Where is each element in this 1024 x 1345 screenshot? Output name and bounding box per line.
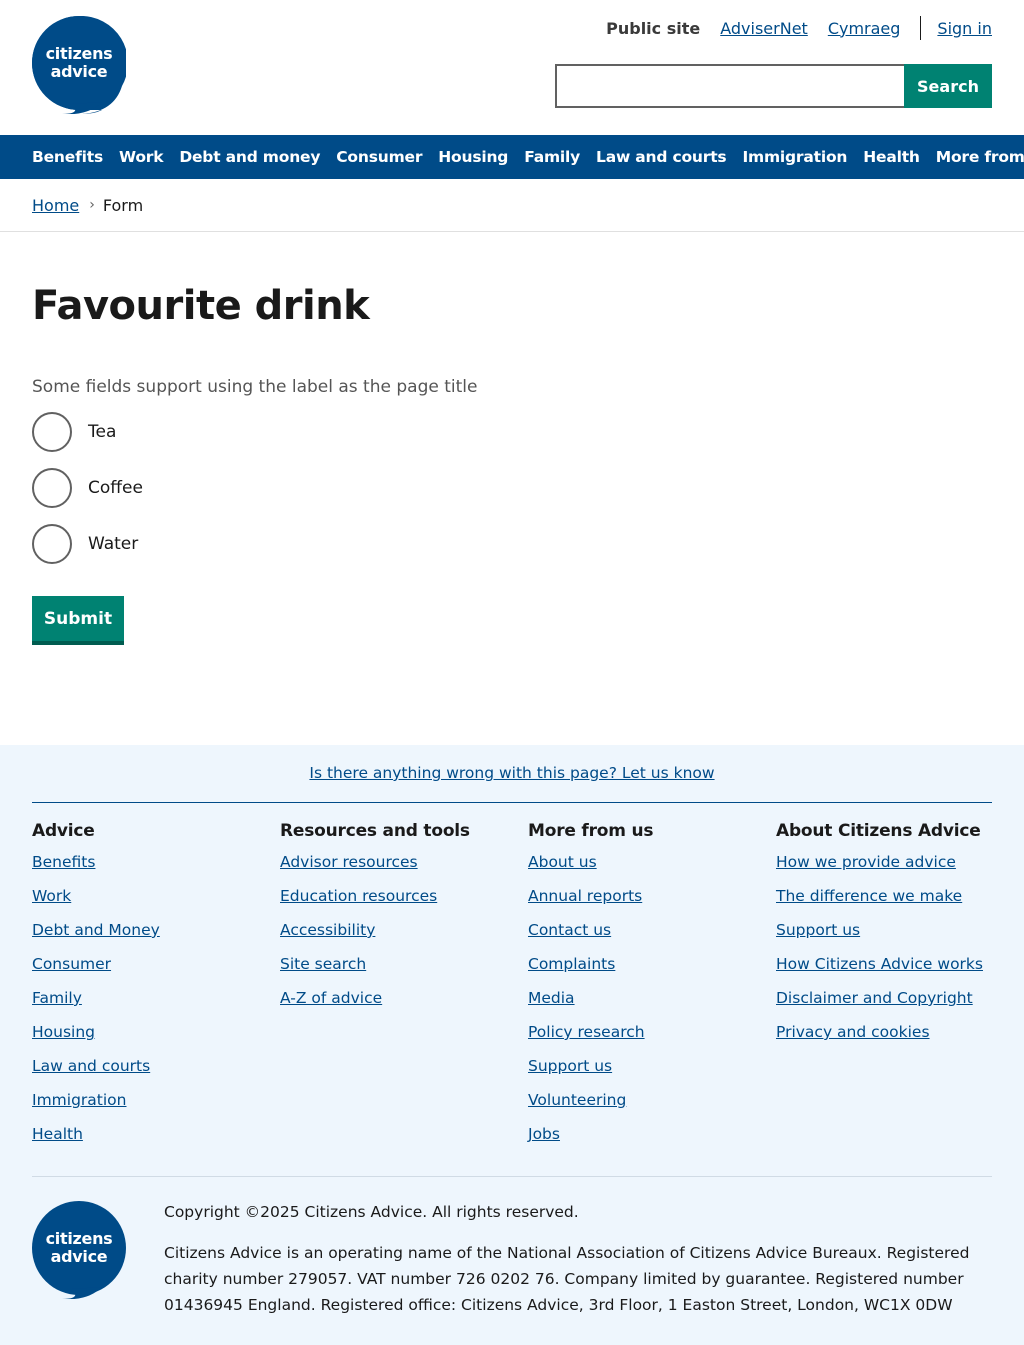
footer-column-heading: About Citizens Advice (776, 821, 981, 841)
site-footer: Is there anything wrong with this page? … (0, 745, 1024, 1345)
footer-link[interactable]: Contact us (528, 921, 611, 939)
logo-text: citizens advice (45, 1229, 113, 1266)
footer-logo[interactable]: citizens advice (32, 1201, 126, 1300)
footer-link[interactable]: Work (32, 887, 71, 905)
footer-link[interactable]: Support us (528, 1057, 612, 1075)
legal-text: Citizens Advice is an operating name of … (164, 1244, 970, 1314)
nav-item-more-from-us[interactable]: More from us (936, 148, 1024, 166)
nav-item-benefits[interactable]: Benefits (32, 148, 103, 166)
footer-column-resources: Resources and tools Advisor resources Ed… (280, 821, 470, 1023)
nav-item-family[interactable]: Family (524, 148, 580, 166)
footer-link[interactable]: Consumer (32, 955, 111, 973)
footer-link[interactable]: About us (528, 853, 597, 871)
breadcrumb-home-link[interactable]: Home (32, 196, 79, 215)
footer-divider (32, 1176, 992, 1177)
footer-link[interactable]: Housing (32, 1023, 95, 1041)
radio-option-tea[interactable]: Tea (32, 412, 116, 452)
main-navigation: Benefits Work Debt and money Consumer Ho… (0, 135, 1024, 179)
footer-link[interactable]: Complaints (528, 955, 615, 973)
footer-column-more-from-us: More from us About us Annual reports Con… (528, 821, 654, 1159)
field-hint: Some fields support using the label as t… (32, 377, 478, 397)
footer-link[interactable]: Benefits (32, 853, 95, 871)
footer-link[interactable]: Debt and Money (32, 921, 160, 939)
radio-option-water[interactable]: Water (32, 524, 138, 564)
footer-link[interactable]: Support us (776, 921, 860, 939)
breadcrumb-current: Form (102, 195, 144, 215)
footer-link[interactable]: A-Z of advice (280, 989, 382, 1007)
footer-column-advice: Advice Benefits Work Debt and Money Cons… (32, 821, 160, 1159)
breadcrumb: Home › Form (0, 179, 1024, 232)
chevron-right-icon: › (89, 197, 95, 213)
footer-link[interactable]: Site search (280, 955, 366, 973)
nav-item-law-and-courts[interactable]: Law and courts (596, 148, 727, 166)
footer-link[interactable]: How we provide advice (776, 853, 956, 871)
cymraeg-link[interactable]: Cymraeg (828, 19, 901, 38)
footer-link[interactable]: Privacy and cookies (776, 1023, 930, 1041)
nav-item-work[interactable]: Work (119, 148, 164, 166)
radio-label[interactable]: Tea (88, 422, 116, 442)
footer-link[interactable]: How Citizens Advice works (776, 955, 983, 973)
nav-item-health[interactable]: Health (863, 148, 920, 166)
footer-link[interactable]: Media (528, 989, 575, 1007)
top-links: Public site AdviserNet Cymraeg Sign in (586, 16, 992, 40)
advisernet-link[interactable]: AdviserNet (720, 19, 808, 38)
footer-link[interactable]: Accessibility (280, 921, 375, 939)
page-title: Favourite drink (32, 283, 370, 329)
search-form: Search (555, 64, 992, 108)
footer-link[interactable]: Law and courts (32, 1057, 150, 1075)
copyright-text: Copyright ©2025 Citizens Advice. All rig… (164, 1203, 579, 1221)
footer-link[interactable]: Education resources (280, 887, 437, 905)
feedback-link[interactable]: Is there anything wrong with this page? … (309, 764, 714, 782)
nav-item-housing[interactable]: Housing (438, 148, 508, 166)
footer-link[interactable]: Annual reports (528, 887, 642, 905)
radio-option-coffee[interactable]: Coffee (32, 468, 143, 508)
footer-column-about: About Citizens Advice How we provide adv… (776, 821, 983, 1057)
footer-link[interactable]: Health (32, 1125, 83, 1143)
footer-column-heading: More from us (528, 821, 654, 841)
radio-label[interactable]: Water (88, 534, 138, 554)
top-links-divider (920, 16, 922, 40)
radio-button[interactable] (32, 524, 72, 564)
footer-link[interactable]: Jobs (528, 1125, 560, 1143)
footer-link[interactable]: The difference we make (776, 887, 962, 905)
footer-column-heading: Advice (32, 821, 95, 841)
nav-item-immigration[interactable]: Immigration (742, 148, 847, 166)
search-input[interactable] (555, 64, 904, 108)
logo-text: citizens advice (45, 44, 113, 81)
nav-item-debt-and-money[interactable]: Debt and money (179, 148, 320, 166)
footer-column-heading: Resources and tools (280, 821, 470, 841)
footer-link[interactable]: Policy research (528, 1023, 645, 1041)
submit-button[interactable]: Submit (32, 596, 124, 645)
radio-button[interactable] (32, 468, 72, 508)
footer-divider (32, 802, 992, 803)
footer-link[interactable]: Family (32, 989, 82, 1007)
radio-label[interactable]: Coffee (88, 478, 143, 498)
site-header: citizens advice Public site AdviserNet Cy… (0, 0, 1024, 135)
sign-in-link[interactable]: Sign in (937, 19, 992, 38)
citizens-advice-logo[interactable]: citizens advice (31, 15, 129, 115)
search-button[interactable]: Search (904, 64, 992, 108)
radio-button[interactable] (32, 412, 72, 452)
footer-link[interactable]: Immigration (32, 1091, 126, 1109)
footer-link[interactable]: Disclaimer and Copyright (776, 989, 973, 1007)
footer-link[interactable]: Volunteering (528, 1091, 626, 1109)
feedback-section: Is there anything wrong with this page? … (0, 764, 1024, 782)
footer-link[interactable]: Advisor resources (280, 853, 418, 871)
nav-item-consumer[interactable]: Consumer (336, 148, 422, 166)
public-site-label: Public site (606, 18, 701, 38)
